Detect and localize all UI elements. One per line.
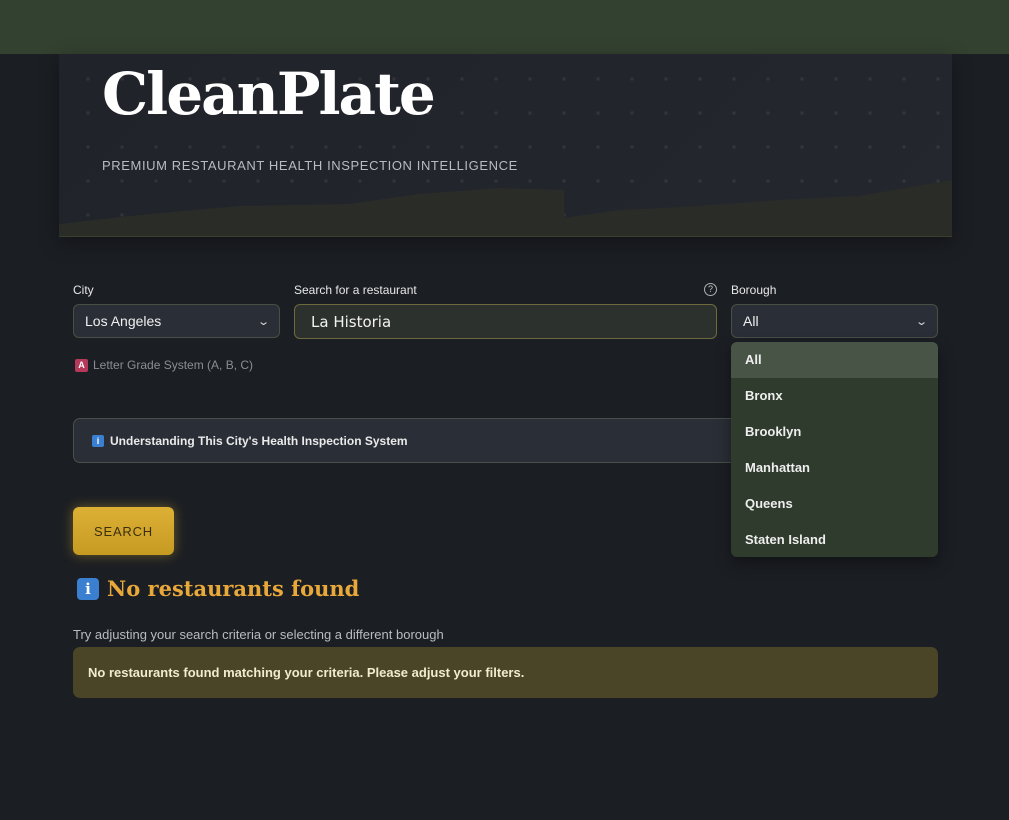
borough-option-all[interactable]: All bbox=[731, 342, 938, 378]
city-select[interactable]: Los Angeles ⌄ bbox=[73, 304, 280, 338]
hero-mountain-silhouette bbox=[59, 180, 952, 236]
borough-option-staten-island[interactable]: Staten Island bbox=[731, 522, 938, 557]
borough-option-manhattan[interactable]: Manhattan bbox=[731, 450, 938, 486]
restaurant-search-input[interactable] bbox=[294, 304, 717, 339]
borough-option-queens[interactable]: Queens bbox=[731, 486, 938, 522]
chevron-down-icon: ⌄ bbox=[914, 315, 928, 328]
chevron-down-icon: ⌄ bbox=[256, 315, 270, 328]
top-bar bbox=[0, 0, 1009, 54]
search-label: Search for a restaurant bbox=[294, 283, 417, 297]
city-label: City bbox=[73, 283, 94, 297]
app-title: CleanPlate bbox=[102, 60, 436, 128]
results-hint: Try adjusting your search criteria or se… bbox=[73, 627, 444, 642]
borough-dropdown-menu[interactable]: All Bronx Brooklyn Manhattan Queens Stat… bbox=[731, 342, 938, 557]
no-results-alert: No restaurants found matching your crite… bbox=[73, 647, 938, 698]
grade-system-text: Letter Grade System (A, B, C) bbox=[93, 358, 254, 372]
borough-option-brooklyn[interactable]: Brooklyn bbox=[731, 414, 938, 450]
expander-label: Understanding This City's Health Inspect… bbox=[110, 433, 408, 448]
results-title: No restaurants found bbox=[107, 576, 360, 601]
results-heading: i No restaurants found bbox=[77, 576, 359, 601]
help-icon[interactable]: ? bbox=[704, 283, 717, 296]
grade-system-note: A Letter Grade System (A, B, C) bbox=[75, 358, 253, 372]
borough-select[interactable]: All ⌄ bbox=[731, 304, 938, 338]
alert-text: No restaurants found matching your crite… bbox=[88, 665, 525, 680]
borough-label: Borough bbox=[731, 283, 777, 297]
borough-option-bronx[interactable]: Bronx bbox=[731, 378, 938, 414]
borough-select-value: All bbox=[743, 313, 759, 329]
city-select-value: Los Angeles bbox=[85, 313, 162, 329]
info-icon: i bbox=[92, 434, 104, 447]
search-button[interactable]: SEARCH bbox=[73, 507, 174, 555]
hero-banner: CleanPlate PREMIUM RESTAURANT HEALTH INS… bbox=[59, 54, 952, 237]
health-system-expander[interactable]: i Understanding This City's Health Inspe… bbox=[73, 418, 763, 463]
info-icon: i bbox=[77, 577, 99, 600]
app-subtitle: PREMIUM RESTAURANT HEALTH INSPECTION INT… bbox=[102, 158, 518, 173]
letter-grade-icon: A bbox=[75, 358, 88, 372]
